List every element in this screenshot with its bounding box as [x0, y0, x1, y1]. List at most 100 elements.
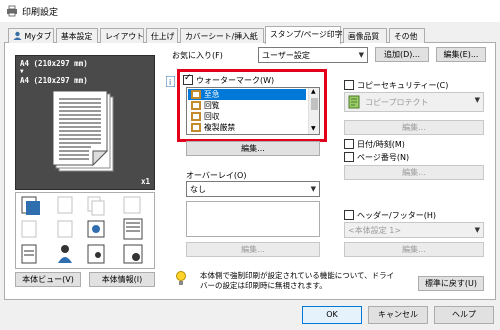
- page-preview-icon: [53, 91, 114, 172]
- header-footer-select[interactable]: <本体設定 1> ▼: [344, 222, 484, 238]
- restore-defaults-button[interactable]: 標準に戻す(U): [418, 276, 484, 291]
- stamp-item-icon: [191, 123, 201, 132]
- list-item[interactable]: 極秘: [188, 133, 306, 135]
- copy-security-label: コピーセキュリティー(C): [357, 81, 449, 90]
- output-paper-size: A4 (210x297 mm): [20, 59, 88, 68]
- watermark-list[interactable]: 至急 回覧 回収 複製厳禁 極秘 ▲ ▼: [186, 87, 320, 135]
- copy-security-select[interactable]: コピープロテクト ▼: [344, 92, 484, 112]
- copy-count: x1: [140, 177, 150, 186]
- header-footer-label: ヘッダー/フッター(H): [357, 211, 436, 220]
- header-footer-checkbox[interactable]: [344, 210, 354, 220]
- printer-view-button[interactable]: 本体ビュー(V): [15, 272, 81, 287]
- scroll-thumb[interactable]: [311, 98, 318, 110]
- favorites-select[interactable]: ユーザー設定 ▼: [258, 47, 368, 63]
- duplex-icon: [21, 196, 40, 215]
- tab-finishing[interactable]: 仕上げ: [146, 28, 178, 43]
- tab-image-quality[interactable]: 画像品質: [343, 28, 387, 43]
- date-time-label: 日付/時刻(M): [357, 140, 405, 149]
- chevron-down-icon: ▼: [358, 51, 364, 59]
- list-item[interactable]: 複製厳禁: [188, 122, 306, 133]
- overlay-list[interactable]: [186, 201, 320, 237]
- watermark-label: ウォーターマーク(W): [196, 76, 275, 85]
- secure-print-icon: [87, 244, 105, 264]
- chevron-down-icon: ▼: [310, 185, 316, 193]
- list-item-label: 極秘: [204, 134, 220, 135]
- tab-label: スタンプ/ページ印字: [270, 30, 343, 39]
- scroll-up-icon[interactable]: ▲: [311, 88, 316, 95]
- page-number-label: ページ番号(N): [357, 153, 410, 162]
- printer-info-button[interactable]: 本体情報(I): [89, 272, 155, 287]
- user-icon: [13, 31, 22, 40]
- add-favorite-button[interactable]: 追加(D)...: [375, 47, 429, 62]
- punch-icon: [21, 220, 37, 238]
- tab-strip: Myタブ 基本設定 レイアウト 仕上げ カバーシート/挿入紙 スタンプ/ページ印…: [4, 26, 496, 44]
- function-icons-panel: [15, 192, 155, 269]
- stamp-item-icon: [191, 90, 201, 99]
- tab-stamp[interactable]: スタンプ/ページ印字: [265, 26, 343, 44]
- tab-label: レイアウト: [105, 32, 144, 41]
- overlay-select[interactable]: なし ▼: [186, 181, 320, 197]
- header-footer-edit-button[interactable]: 編集...: [344, 242, 484, 257]
- info-icon: i: [166, 76, 175, 87]
- tab-label: 仕上げ: [151, 32, 175, 41]
- watermark-edit-button[interactable]: 編集...: [186, 141, 320, 156]
- chevron-down-icon: ▼: [474, 226, 480, 234]
- overlay-edit-button[interactable]: 編集...: [186, 242, 320, 257]
- stamp-item-icon: [191, 101, 201, 110]
- overlay-value: なし: [190, 185, 206, 194]
- combine-icon: [87, 196, 105, 216]
- stamp-icon: [21, 244, 37, 264]
- fold-icon: [123, 218, 143, 240]
- stamp-item-icon: [191, 112, 201, 121]
- list-item[interactable]: 至急: [188, 89, 306, 100]
- tab-layout[interactable]: レイアウト: [100, 28, 144, 43]
- scroll-down-icon[interactable]: ▼: [311, 125, 316, 132]
- list-scrollbar[interactable]: ▲ ▼: [308, 88, 319, 134]
- copy-security-checkbox[interactable]: [344, 80, 354, 90]
- favorites-label: お気に入り(F): [172, 51, 223, 60]
- booklet-icon: [123, 196, 141, 214]
- tab-label: 基本設定: [61, 32, 93, 41]
- user-auth-icon: [58, 245, 72, 263]
- list-item[interactable]: 回収: [188, 111, 306, 122]
- copy-protect-icon: [348, 95, 360, 109]
- list-item-label: 回収: [204, 112, 220, 121]
- date-time-checkbox[interactable]: [344, 139, 354, 149]
- edit-favorite-button[interactable]: 編集(E)...: [436, 47, 486, 62]
- original-paper-size: A4 (210x297 mm): [20, 76, 88, 85]
- printer-icon: [7, 5, 17, 17]
- copy-security-value: コピープロテクト: [365, 98, 429, 107]
- list-item-label: 複製厳禁: [204, 123, 236, 132]
- lightbulb-icon: [176, 271, 186, 285]
- print-preview: A4 (210x297 mm) ▼ A4 (210x297 mm) x1: [15, 55, 155, 190]
- staple-icon: [57, 196, 73, 214]
- zoom-icon: [57, 220, 73, 238]
- tab-label: その他: [394, 32, 418, 41]
- arrow-down-icon: ▼: [20, 68, 24, 75]
- window-title: 印刷設定: [22, 8, 59, 18]
- watermark-checkbox[interactable]: [183, 73, 193, 85]
- favorites-value: ユーザー設定: [262, 51, 310, 60]
- tab-other[interactable]: その他: [389, 28, 425, 43]
- page-number-edit-button[interactable]: 編集...: [344, 165, 484, 180]
- cancel-button[interactable]: キャンセル: [368, 306, 428, 324]
- chevron-down-icon: ▼: [474, 96, 480, 104]
- svg-text:i: i: [169, 78, 171, 87]
- header-footer-value: <本体設定 1>: [348, 226, 402, 235]
- list-item[interactable]: 回覧: [188, 100, 306, 111]
- tab-label: Myタブ: [24, 32, 52, 41]
- list-item-label: 回覧: [204, 101, 220, 110]
- box-icon: [123, 244, 143, 264]
- function-icons: [21, 196, 143, 264]
- color-icon: [87, 220, 105, 238]
- help-button[interactable]: ヘルプ: [434, 306, 494, 324]
- copy-security-edit-button[interactable]: 編集...: [344, 120, 484, 135]
- tab-cover-sheet[interactable]: カバーシート/挿入紙: [180, 28, 264, 43]
- page-number-checkbox[interactable]: [344, 152, 354, 162]
- list-item-label: 至急: [204, 90, 220, 99]
- ok-button[interactable]: OK: [302, 306, 362, 324]
- tab-my[interactable]: Myタブ: [8, 28, 54, 43]
- overlay-label: オーバーレイ(O): [186, 171, 247, 180]
- tab-basic[interactable]: 基本設定: [56, 28, 98, 43]
- hint-line-2: バーの設定は印刷時に無視されます。: [200, 281, 327, 290]
